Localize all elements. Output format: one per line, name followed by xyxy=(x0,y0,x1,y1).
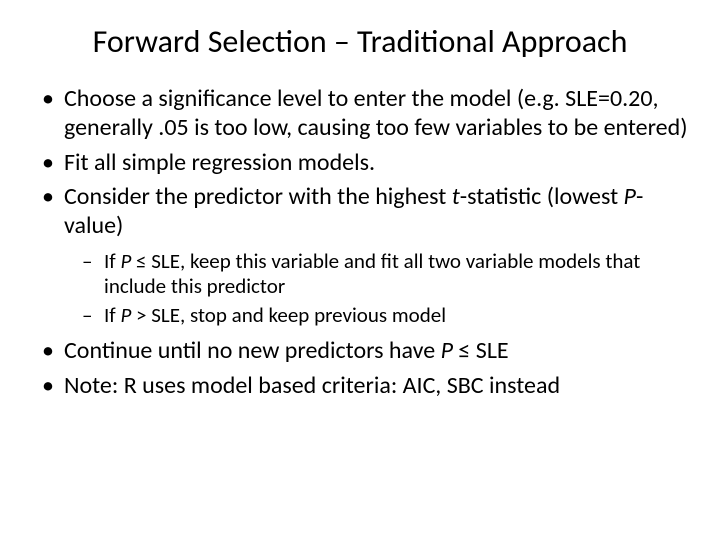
bullet-text: -statistic (lowest xyxy=(460,182,624,211)
bullet-item: Note: R uses model based criteria: AIC, … xyxy=(36,372,690,401)
bullet-item: Continue until no new predictors have P … xyxy=(36,337,690,366)
sub-bullet-text: ≤ SLE, keep this variable and fit all tw… xyxy=(104,248,640,299)
italic-t: t xyxy=(452,182,460,211)
bullet-text: Choose a significance level to enter the… xyxy=(64,84,688,142)
sub-bullet-item: If P > SLE, stop and keep previous model xyxy=(82,303,690,328)
slide: Forward Selection – Traditional Approach… xyxy=(0,0,720,540)
sub-bullet-text: If xyxy=(104,302,120,328)
sub-bullet-text: > SLE, stop and keep previous model xyxy=(131,302,446,328)
italic-p: P xyxy=(120,302,131,328)
bullet-item: Choose a significance level to enter the… xyxy=(36,85,690,143)
sub-bullet-text: If xyxy=(104,248,120,274)
sub-bullet-item: If P ≤ SLE, keep this variable and fit a… xyxy=(82,249,690,299)
slide-title: Forward Selection – Traditional Approach xyxy=(30,22,690,61)
bullet-list: Choose a significance level to enter the… xyxy=(36,85,690,401)
italic-p: P xyxy=(120,248,131,274)
italic-p: P xyxy=(624,182,636,211)
bullet-item: Consider the predictor with the highest … xyxy=(36,183,690,327)
bullet-item: Fit all simple regression models. xyxy=(36,149,690,178)
bullet-text: Note: R uses model based criteria: AIC, … xyxy=(64,371,560,400)
bullet-text: ≤ SLE xyxy=(453,336,509,365)
sub-bullet-list: If P ≤ SLE, keep this variable and fit a… xyxy=(82,249,690,327)
italic-p: P xyxy=(441,336,453,365)
bullet-text: Continue until no new predictors have xyxy=(64,336,441,365)
bullet-text: Fit all simple regression models. xyxy=(64,148,375,177)
bullet-text: Consider the predictor with the highest xyxy=(64,182,452,211)
